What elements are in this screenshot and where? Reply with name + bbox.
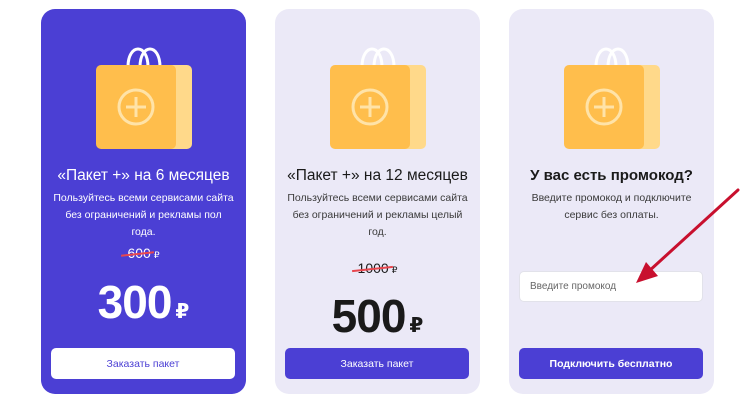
- promo-code-input[interactable]: [519, 271, 703, 302]
- shopping-bag-plus-icon: [329, 47, 426, 149]
- order-package-button[interactable]: Заказать пакет: [51, 348, 235, 379]
- new-price: 300 ₽: [41, 275, 246, 329]
- new-price-value: 500: [331, 290, 407, 342]
- plan-description: Пользуйтесь всеми сервисами сайта без ог…: [53, 192, 234, 238]
- new-price-currency: ₽: [409, 315, 424, 337]
- activate-free-button[interactable]: Подключить бесплатно: [519, 348, 703, 379]
- order-package-button[interactable]: Заказать пакет: [285, 348, 469, 379]
- plan-card-12-months: «Пакет +» на 12 месяцев Пользуйтесь всем…: [275, 9, 480, 394]
- old-price-value: 1000: [357, 260, 389, 276]
- plan-card-6-months: «Пакет +» на 6 месяцев Пользуйтесь всеми…: [41, 9, 246, 394]
- old-price: 1000 ₽: [275, 260, 480, 276]
- new-price-currency: ₽: [175, 301, 190, 323]
- shopping-bag-plus-icon: [563, 47, 660, 149]
- shopping-bag-plus-icon: [95, 47, 192, 149]
- plan-description: Пользуйтесь всеми сервисами сайта без ог…: [287, 192, 468, 238]
- plan-title: «Пакет +» на 12 месяцев: [287, 167, 468, 184]
- old-price: 600 ₽: [41, 245, 246, 261]
- promo-title: У вас есть промокод?: [530, 167, 693, 184]
- old-price-currency: ₽: [153, 250, 160, 260]
- old-price-value: 600: [127, 245, 151, 261]
- new-price: 500 ₽: [275, 289, 480, 343]
- promo-card: У вас есть промокод? Введите промокод и …: [509, 9, 714, 394]
- plan-title: «Пакет +» на 6 месяцев: [57, 167, 230, 184]
- new-price-value: 300: [97, 276, 173, 328]
- promo-description: Введите промокод и подключите сервис без…: [531, 192, 692, 221]
